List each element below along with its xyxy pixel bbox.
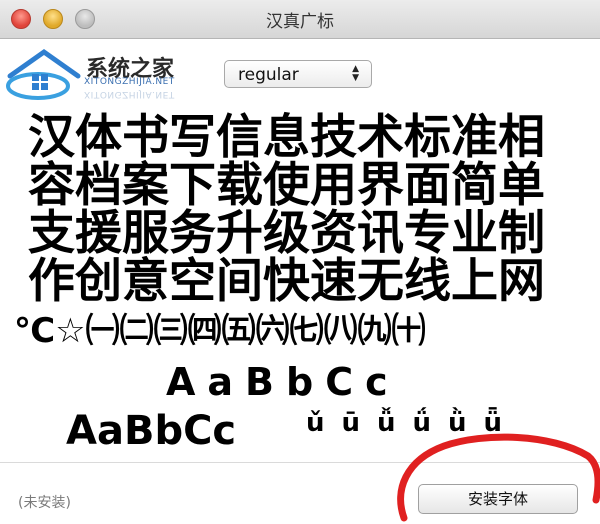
- watermark-subtitle: XITONGZHIJIA.NET: [84, 77, 175, 87]
- watermark-logo: 系统之家 XITONGZHIJIA.NET XITONGZHIJIA.NET: [4, 46, 214, 106]
- watermark-house-icon: [6, 48, 81, 100]
- preview-latin-spaced: AaBbCc: [166, 360, 400, 404]
- footer-divider: [0, 462, 600, 463]
- font-preview-area: 汉体书写信息技术标准相 容档案下载使用界面简单 支援服务升级资讯专业制 作创意空…: [0, 112, 600, 457]
- font-book-window: 汉真广标 系统之家 XITONGZHIJIA.NET XITONGZHIJIA.…: [0, 0, 600, 524]
- preview-hanzi-row: 支援服务升级资讯专业制: [28, 206, 545, 261]
- preview-hanzi-row: 作创意空间快速无线上网: [28, 254, 545, 309]
- preview-hanzi-row: 汉体书写信息技术标准相: [28, 110, 545, 165]
- window-title: 汉真广标: [266, 12, 334, 32]
- preview-latin-tight: AaBbCc: [66, 408, 237, 454]
- watermark-reflection: XITONGZHIJIA.NET: [84, 89, 175, 99]
- preview-pinyin: ǔūǚǘǜǖ: [306, 408, 520, 438]
- install-status: (未安装): [18, 495, 71, 511]
- install-font-button[interactable]: 安装字体: [418, 484, 578, 514]
- preview-symbols-row: ℃☆㈠㈡㈢㈣㈤㈥㈦㈧㈨㈩: [14, 311, 426, 351]
- title-bar[interactable]: 汉真广标: [0, 0, 600, 39]
- style-dropdown-value: regular: [238, 65, 299, 85]
- preview-hanzi-row: 容档案下载使用界面简单: [28, 158, 545, 213]
- style-dropdown[interactable]: regular ▲ ▼: [224, 60, 372, 88]
- updown-arrows-icon: ▲ ▼: [352, 64, 359, 83]
